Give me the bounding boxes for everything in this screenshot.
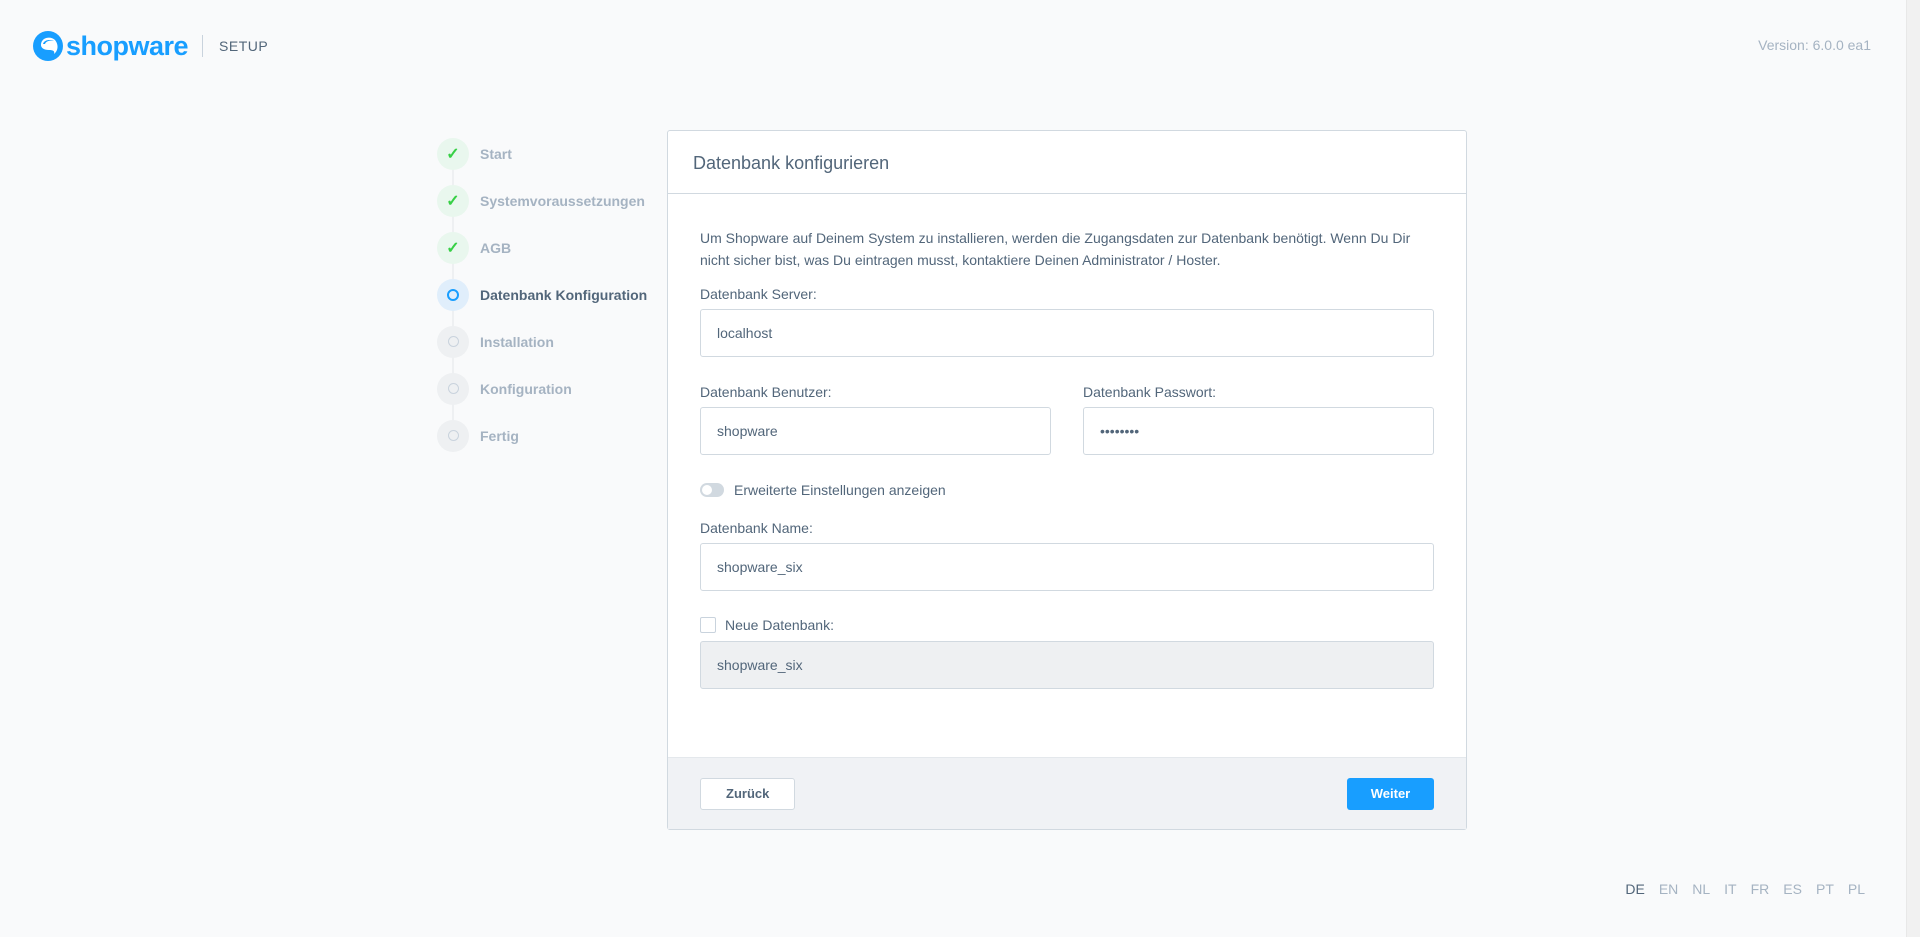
user-label: Datenbank Benutzer: (700, 384, 832, 400)
lang-pt[interactable]: PT (1816, 881, 1834, 897)
shopware-logo-icon (33, 31, 63, 61)
checkmark-icon: ✓ (437, 231, 469, 264)
step-label: Datenbank Konfiguration (480, 286, 648, 303)
step-label: Konfiguration (480, 380, 572, 397)
advanced-settings-toggle[interactable] (700, 483, 724, 497)
new-db-row: Neue Datenbank: (700, 617, 1434, 633)
step-installation: Installation (437, 318, 657, 365)
password-input[interactable] (1083, 407, 1434, 455)
lang-es[interactable]: ES (1783, 881, 1802, 897)
logo-text: shopware (66, 30, 189, 61)
step-konfiguration: Konfiguration (437, 365, 657, 412)
lang-nl[interactable]: NL (1692, 881, 1710, 897)
step-label: Fertig (480, 427, 519, 444)
card-body: Um Shopware auf Deinem System zu install… (668, 194, 1466, 689)
password-label: Datenbank Passwort: (1083, 384, 1217, 400)
back-button[interactable]: Zurück (700, 777, 796, 810)
lang-it[interactable]: IT (1724, 881, 1736, 897)
checkmark-icon: ✓ (437, 184, 469, 217)
server-input[interactable] (700, 309, 1434, 357)
user-input[interactable] (700, 407, 1051, 455)
step-label: Installation (480, 333, 554, 350)
advanced-settings-toggle-row[interactable]: Erweiterte Einstellungen anzeigen (700, 482, 1434, 498)
pending-step-icon (437, 372, 469, 405)
page-title: Datenbank konfigurieren (693, 153, 890, 173)
scrollbar[interactable] (1906, 0, 1920, 937)
installation-stepper: ✓ Start ✓ Systemvoraussetzungen ✓ AGB Da… (437, 130, 657, 459)
header: shopware SETUP (32, 28, 268, 64)
server-label: Datenbank Server: (700, 286, 817, 302)
setup-label: SETUP (219, 38, 269, 54)
pending-step-icon (437, 419, 469, 452)
advanced-settings-label: Erweiterte Einstellungen anzeigen (734, 482, 946, 498)
lang-pl[interactable]: PL (1848, 881, 1865, 897)
new-db-input (700, 641, 1434, 689)
next-button[interactable]: Weiter (1347, 777, 1434, 810)
header-divider (202, 35, 204, 57)
database-config-card: Datenbank konfigurieren Um Shopware auf … (667, 130, 1467, 830)
shopware-logo[interactable]: shopware (32, 30, 189, 62)
new-db-label: Neue Datenbank: (725, 617, 834, 633)
intro-text: Um Shopware auf Deinem System zu install… (700, 230, 1411, 268)
step-label: Start (480, 145, 512, 162)
language-switcher: DE EN NL IT FR ES PT PL (1625, 881, 1865, 897)
checkmark-icon: ✓ (437, 137, 469, 170)
step-datenbank-konfiguration: Datenbank Konfiguration (437, 271, 657, 318)
db-name-input[interactable] (700, 543, 1434, 591)
active-step-icon (437, 278, 469, 311)
step-label: AGB (480, 239, 512, 256)
lang-de[interactable]: DE (1625, 881, 1644, 897)
step-label: Systemvoraussetzungen (480, 192, 645, 209)
step-agb: ✓ AGB (437, 224, 657, 271)
version-label: Version: 6.0.0 ea1 (1758, 37, 1871, 53)
lang-en[interactable]: EN (1659, 881, 1678, 897)
card-footer: Zurück Weiter (668, 757, 1466, 829)
step-systemvoraussetzungen: ✓ Systemvoraussetzungen (437, 177, 657, 224)
card-header: Datenbank konfigurieren (668, 131, 1466, 194)
step-fertig: Fertig (437, 412, 657, 459)
new-db-checkbox[interactable] (700, 617, 716, 633)
lang-fr[interactable]: FR (1751, 881, 1770, 897)
step-start: ✓ Start (437, 130, 657, 177)
pending-step-icon (437, 325, 469, 358)
db-name-label: Datenbank Name: (700, 520, 813, 536)
